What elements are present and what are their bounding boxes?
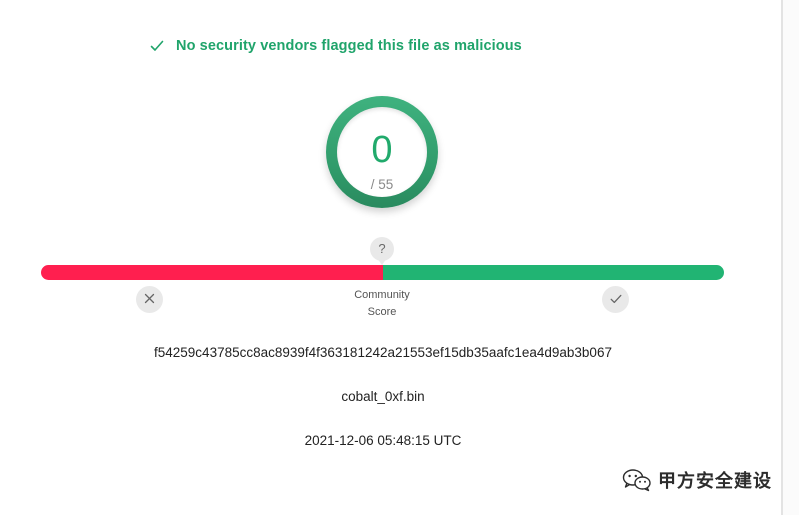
wechat-icon: [622, 468, 652, 492]
community-score-bar-negative: [41, 265, 383, 280]
community-score-label-line2: Score: [367, 306, 397, 318]
community-score-bar: [41, 265, 724, 280]
detection-total: / 55: [370, 177, 394, 192]
community-score-bar-positive: [382, 265, 724, 280]
file-report-page: No security vendors flagged this file as…: [0, 0, 799, 515]
file-hash[interactable]: f54259c43785cc8ac8939f4f363181242a21553e…: [0, 345, 766, 360]
status-text: No security vendors flagged this file as…: [176, 38, 522, 54]
scrollbar-track[interactable]: [783, 0, 799, 515]
detection-status: No security vendors flagged this file as…: [150, 38, 522, 54]
detection-gauge: 0 / 55: [326, 96, 438, 208]
vote-harmless-button[interactable]: [602, 286, 629, 313]
watermark-text: 甲方安全建设: [658, 471, 772, 491]
community-score-label: Community Score: [332, 287, 432, 321]
analysis-date: 2021-12-06 05:48:15 UTC: [304, 433, 462, 448]
detection-gauge-inner: 0 / 55: [337, 107, 427, 197]
watermark: 甲方安全建设: [622, 467, 772, 493]
community-score-badge[interactable]: ?: [370, 237, 394, 265]
close-icon: [144, 291, 155, 309]
check-icon: [150, 40, 164, 52]
detection-count: 0: [371, 129, 393, 171]
vote-harmful-button[interactable]: [136, 286, 163, 313]
file-name: cobalt_0xf.bin: [341, 389, 425, 404]
community-score-label-line1: Community: [354, 289, 410, 301]
check-icon: [610, 291, 622, 309]
